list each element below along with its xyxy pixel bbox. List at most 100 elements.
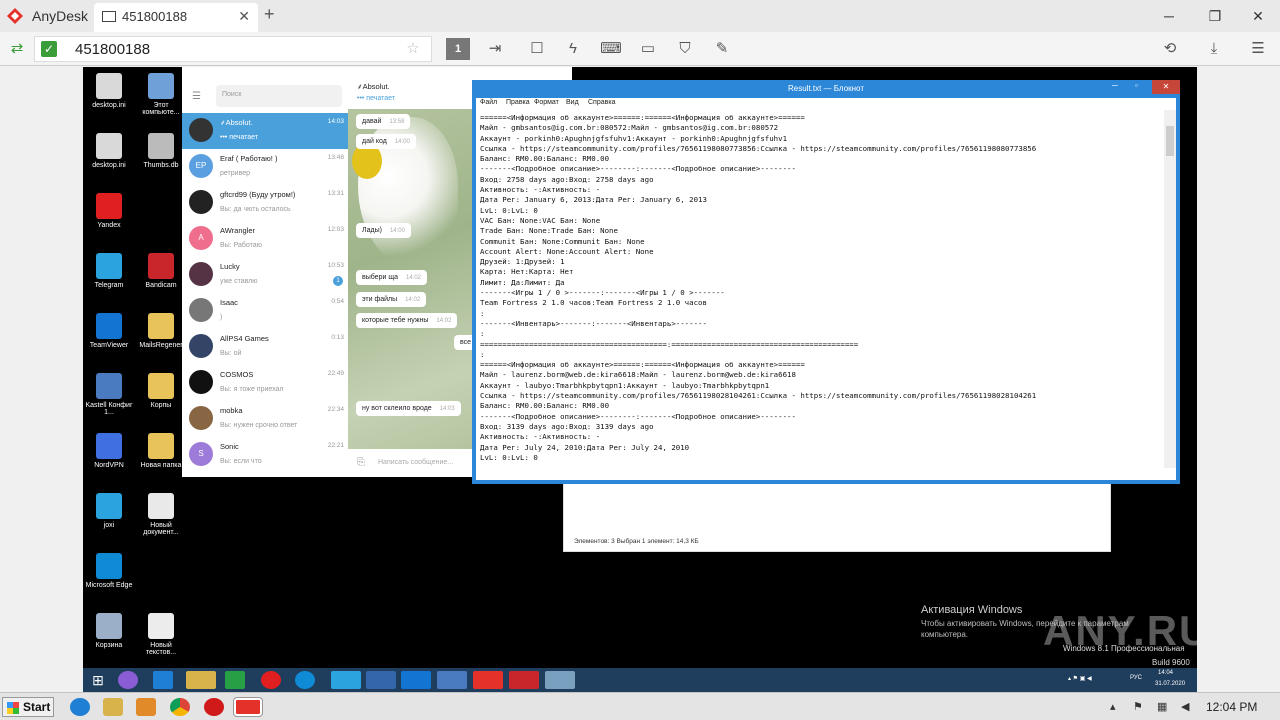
notepad-maximize-button[interactable]: ▫ bbox=[1135, 81, 1138, 90]
host-ie-icon[interactable] bbox=[70, 698, 90, 716]
message-bubble[interactable]: ну вот склеило вроде 14:03 bbox=[356, 401, 461, 416]
desktop-icon[interactable]: Корзина bbox=[83, 613, 135, 649]
display-icon[interactable]: ▭ bbox=[637, 38, 659, 60]
chat-item[interactable]: AllPS4 Games Вы: ой 0:13 bbox=[182, 329, 348, 365]
desktop-icon[interactable]: Новая папка bbox=[135, 433, 187, 469]
kastell-taskbar-icon[interactable] bbox=[437, 671, 467, 689]
address-bar[interactable]: ✓ 451800188 bbox=[34, 36, 432, 62]
message-bubble[interactable]: Лады) 14:00 bbox=[356, 223, 411, 238]
chat-item[interactable]: mobka Вы: нужен срочно ответ 22:34 bbox=[182, 401, 348, 437]
explorer-window[interactable]: Элементов: 3 Выбран 1 элемент: 14,3 КБ bbox=[563, 477, 1111, 552]
history-icon[interactable]: ⟲ bbox=[1159, 38, 1181, 60]
install-icon[interactable]: ⤓ bbox=[1203, 38, 1225, 60]
desktop-icon[interactable]: Yandex bbox=[83, 193, 135, 229]
host-tray-arrow-icon[interactable]: ▴ bbox=[1110, 700, 1116, 713]
nordvpn-taskbar-icon[interactable] bbox=[366, 671, 396, 689]
tray-language[interactable]: РУС bbox=[1130, 675, 1142, 681]
close-window-button[interactable]: ✕ bbox=[1243, 5, 1273, 27]
notepad-text-area[interactable]: ======<Информация об аккаунте>======:===… bbox=[480, 113, 1160, 468]
notepad-menu-item[interactable]: Файл bbox=[480, 99, 497, 106]
edge-taskbar-icon[interactable] bbox=[295, 671, 315, 689]
desktop-icon[interactable]: Microsoft Edge bbox=[83, 553, 135, 589]
remote-start-icon[interactable]: ⊞ bbox=[87, 671, 109, 689]
chat-item[interactable]: Isaac) 0:54 bbox=[182, 293, 348, 329]
desktop-icon[interactable]: NordVPN bbox=[83, 433, 135, 469]
desktop-icon[interactable]: Новый документ... bbox=[135, 493, 187, 536]
teamviewer-taskbar-icon[interactable] bbox=[401, 671, 431, 689]
telegram-taskbar-icon[interactable] bbox=[331, 671, 361, 689]
desktop-icon[interactable]: Этот компьюте... bbox=[135, 73, 187, 116]
desktop-icon[interactable]: Kastell Конфиг 1... bbox=[83, 373, 135, 416]
session-tab[interactable]: 451800188 ✕ bbox=[94, 3, 258, 32]
notepad-minimize-button[interactable]: ─ bbox=[1112, 81, 1118, 90]
close-tab-icon[interactable]: ✕ bbox=[238, 8, 250, 25]
chat-item[interactable]: S Sonic Вы: если что 22:21 bbox=[182, 437, 348, 473]
desktop-icon[interactable]: joxi bbox=[83, 493, 135, 529]
yandex-taskbar-icon[interactable] bbox=[261, 671, 281, 689]
menu-icon[interactable]: ☰ bbox=[1247, 38, 1269, 60]
desktop-icon[interactable]: Bandicam bbox=[135, 253, 187, 289]
tray-time[interactable]: 14:04 bbox=[1158, 670, 1173, 676]
message-bubble[interactable]: которые тебе нужны 14:02 bbox=[356, 313, 458, 328]
switch-sides-icon[interactable]: ⇄ bbox=[6, 38, 28, 60]
remote-desktop[interactable]: desktop.ini Этот компьюте... desktop.ini Th… bbox=[83, 67, 1197, 692]
message-bubble[interactable]: давай 13:58 bbox=[356, 114, 411, 129]
host-chrome-icon[interactable] bbox=[170, 698, 190, 716]
desktop-icon[interactable]: desktop.ini bbox=[83, 73, 135, 109]
bandicam-taskbar-icon[interactable] bbox=[509, 671, 539, 689]
host-tray-volume-icon[interactable]: ◀ bbox=[1181, 700, 1189, 713]
maximize-button[interactable]: ❐ bbox=[1200, 5, 1230, 27]
notepad-menu-item[interactable]: Справка bbox=[588, 99, 615, 106]
chat-item[interactable]: gftcrd99 (Буду утром!) Вы: да чють остало… bbox=[182, 185, 348, 221]
chat-item[interactable]: COSMOS Вы: я тоже приехал 22:49 bbox=[182, 365, 348, 401]
desktop-icon[interactable]: TeamViewer bbox=[83, 313, 135, 349]
store-icon[interactable] bbox=[225, 671, 245, 689]
ie-icon[interactable] bbox=[153, 671, 173, 689]
desktop-icon[interactable]: desktop.ini bbox=[83, 133, 135, 169]
tray-date[interactable]: 31.07.2020 bbox=[1155, 681, 1185, 687]
start-button[interactable]: Start bbox=[2, 697, 54, 717]
host-explorer-icon[interactable] bbox=[103, 698, 123, 716]
hamburger-icon[interactable]: ☰ bbox=[192, 91, 201, 102]
notepad-menu-item[interactable]: Вид bbox=[566, 99, 579, 106]
chat-item[interactable]: ⸙Absolut. ••• печатает 14:03 bbox=[182, 113, 348, 149]
desktop-icon[interactable]: Корпы bbox=[135, 373, 187, 409]
new-tab-button[interactable]: + bbox=[264, 4, 275, 25]
transfer-icon[interactable]: ⇥ bbox=[484, 38, 506, 60]
desktop-icon[interactable]: Telegram bbox=[83, 253, 135, 289]
host-tray-flag-icon[interactable]: ⚑ bbox=[1133, 700, 1143, 713]
minimize-button[interactable]: ─ bbox=[1154, 5, 1184, 27]
alice-icon[interactable] bbox=[118, 671, 138, 689]
keyboard-icon[interactable]: ⌨ bbox=[600, 38, 622, 60]
host-anydesk-icon[interactable] bbox=[233, 697, 263, 717]
host-clock[interactable]: 12:04 PM bbox=[1206, 700, 1257, 714]
actions-icon[interactable]: ϟ bbox=[562, 38, 584, 60]
chat-icon[interactable]: ☐ bbox=[526, 38, 548, 60]
message-bubble[interactable]: дай код 14:00 bbox=[356, 134, 416, 149]
permissions-icon[interactable]: ⛉ bbox=[674, 38, 696, 60]
notepad-menu-item[interactable]: Формат bbox=[534, 99, 559, 106]
desktop-icon[interactable]: Новый текстов... bbox=[135, 613, 187, 656]
chat-item[interactable]: EP Eraf ( Работаю! ) ретривер 13:48 bbox=[182, 149, 348, 185]
search-input[interactable]: Поиск bbox=[216, 85, 342, 107]
explorer-taskbar-icon[interactable] bbox=[186, 671, 216, 689]
notepad-taskbar-icon[interactable] bbox=[545, 671, 575, 689]
host-opera-icon[interactable] bbox=[204, 698, 224, 716]
notepad-scrollbar[interactable] bbox=[1164, 110, 1176, 468]
chat-item[interactable]: A AWrangler Вы: Работаю 12:03 bbox=[182, 221, 348, 257]
message-bubble[interactable]: эти файлы 14:02 bbox=[356, 292, 427, 307]
host-media-icon[interactable] bbox=[136, 698, 156, 716]
anydesk-taskbar-icon[interactable] bbox=[473, 671, 503, 689]
desktop-icon[interactable]: Thumbs.db bbox=[135, 133, 187, 169]
chat-item[interactable]: Lucky уже ставлю 10:53 1 bbox=[182, 257, 348, 293]
host-tray-network-icon[interactable]: ▦ bbox=[1157, 700, 1167, 713]
monitor-1-button[interactable]: 1 bbox=[446, 38, 470, 60]
notepad-close-button[interactable]: ✕ bbox=[1152, 80, 1180, 94]
attach-icon[interactable]: ⎘ bbox=[357, 457, 365, 468]
message-bubble[interactable]: выбери ща 14:02 bbox=[356, 270, 427, 285]
whiteboard-icon[interactable]: ✎ bbox=[711, 38, 733, 60]
notepad-menu-item[interactable]: Правка bbox=[506, 99, 530, 106]
scroll-thumb[interactable] bbox=[1166, 126, 1174, 156]
desktop-icon[interactable]: MailsRegener bbox=[135, 313, 187, 349]
tray-icons[interactable]: ▴ ⚑ ▣ ◀ bbox=[1068, 675, 1092, 682]
